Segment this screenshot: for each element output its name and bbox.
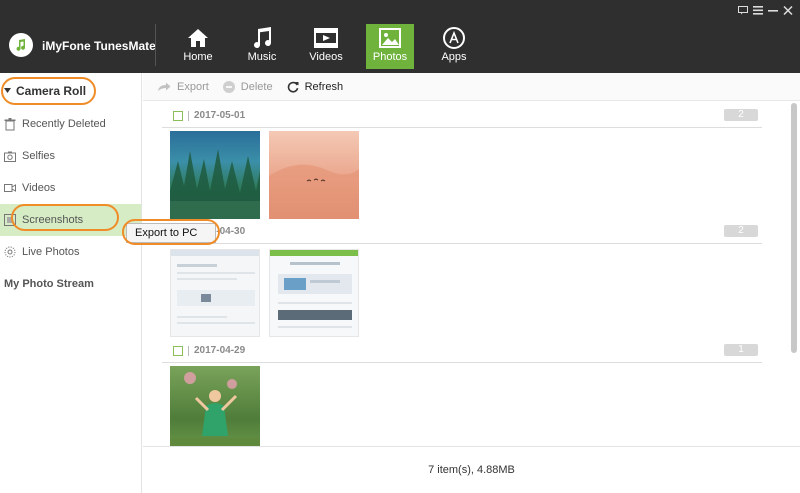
date-group-header: 2017-04-29 1	[162, 343, 762, 363]
trash-icon	[4, 117, 18, 131]
photo-grid: 2017-05-01 2 2017-04-30 2 2017-04-29 1	[143, 101, 789, 446]
sidebar-item-label: Selfies	[22, 150, 56, 162]
photo-thumbnail[interactable]	[269, 131, 359, 219]
top-bar: iMyFone TunesMate Home Music Videos Phot…	[0, 0, 800, 73]
sidebar-item-label: Live Photos	[22, 246, 80, 258]
date-group-header: 2017-05-01 2	[162, 108, 762, 128]
highlight-ring	[1, 77, 96, 105]
group-count-badge: 1	[724, 344, 758, 356]
feedback-icon[interactable]	[738, 6, 748, 18]
sidebar-item-videos[interactable]: Videos	[0, 176, 141, 200]
nav-videos[interactable]: Videos	[302, 24, 350, 69]
group-count-badge: 2	[724, 225, 758, 237]
apps-icon	[430, 24, 478, 51]
export-button[interactable]: Export	[157, 81, 209, 93]
camera-icon	[4, 151, 18, 162]
nav-apps-label: Apps	[441, 51, 467, 63]
minimize-icon[interactable]	[768, 6, 778, 18]
sidebar-item-label: Videos	[22, 182, 56, 194]
export-arrow-icon	[157, 82, 171, 92]
photo-thumbnail[interactable]	[170, 366, 260, 446]
nav-music[interactable]: Music	[238, 24, 286, 69]
status-summary: 7 item(s), 4.88MB	[428, 464, 515, 476]
nav-home-label: Home	[183, 51, 213, 63]
app-title: iMyFone TunesMate	[42, 39, 156, 53]
photo-thumbnail[interactable]	[170, 131, 260, 219]
delete-icon	[222, 80, 235, 93]
group-date: 2017-05-01	[187, 110, 246, 121]
select-checkbox[interactable]	[173, 111, 183, 121]
scrollbar[interactable]	[790, 101, 798, 446]
refresh-icon	[287, 81, 299, 93]
export-label: Export	[177, 80, 209, 93]
select-checkbox[interactable]	[173, 346, 183, 356]
group-date: 2017-04-29	[187, 345, 246, 356]
nav-photos-label: Photos	[372, 51, 408, 63]
nav-videos-label: Videos	[309, 51, 343, 63]
date-group-header: 2017-04-30 2	[162, 224, 762, 244]
refresh-label: Refresh	[304, 80, 344, 93]
status-bar: 7 item(s), 4.88MB	[143, 446, 800, 493]
video-icon	[4, 183, 18, 193]
highlight-ring	[11, 204, 119, 231]
nav-music-label: Music	[247, 51, 277, 63]
highlight-ring	[122, 219, 220, 245]
delete-label: Delete	[240, 80, 273, 93]
photo-thumbnail[interactable]	[269, 249, 359, 337]
sidebar-item-selfies[interactable]: Selfies	[0, 144, 141, 168]
scrollbar-thumb[interactable]	[791, 103, 797, 353]
toolbar: Export Delete Refresh	[143, 73, 800, 101]
app-logo-icon	[9, 33, 33, 57]
photos-icon	[366, 24, 414, 51]
sidebar-item-my-photo-stream[interactable]: My Photo Stream	[0, 272, 141, 296]
nav-photos[interactable]: Photos	[366, 24, 414, 69]
music-icon	[238, 24, 286, 51]
sidebar-item-recently-deleted[interactable]: Recently Deleted	[0, 112, 141, 136]
delete-button[interactable]: Delete	[222, 80, 273, 93]
sidebar-item-label: My Photo Stream	[4, 278, 94, 290]
nav-home[interactable]: Home	[174, 24, 222, 69]
home-icon	[174, 24, 222, 51]
group-count-badge: 2	[724, 109, 758, 121]
photo-thumbnail[interactable]	[170, 249, 260, 337]
sidebar: Camera Roll Recently Deleted Selfies Vid…	[0, 73, 142, 493]
sidebar-item-live-photos[interactable]: Live Photos	[0, 240, 141, 264]
sidebar-item-label: Recently Deleted	[22, 118, 106, 130]
close-icon[interactable]	[783, 5, 793, 18]
live-photo-icon	[4, 246, 18, 258]
menu-icon[interactable]	[753, 6, 763, 18]
refresh-button[interactable]: Refresh	[287, 80, 344, 93]
videos-icon	[302, 24, 350, 51]
nav-apps[interactable]: Apps	[430, 24, 478, 69]
divider	[155, 24, 156, 66]
